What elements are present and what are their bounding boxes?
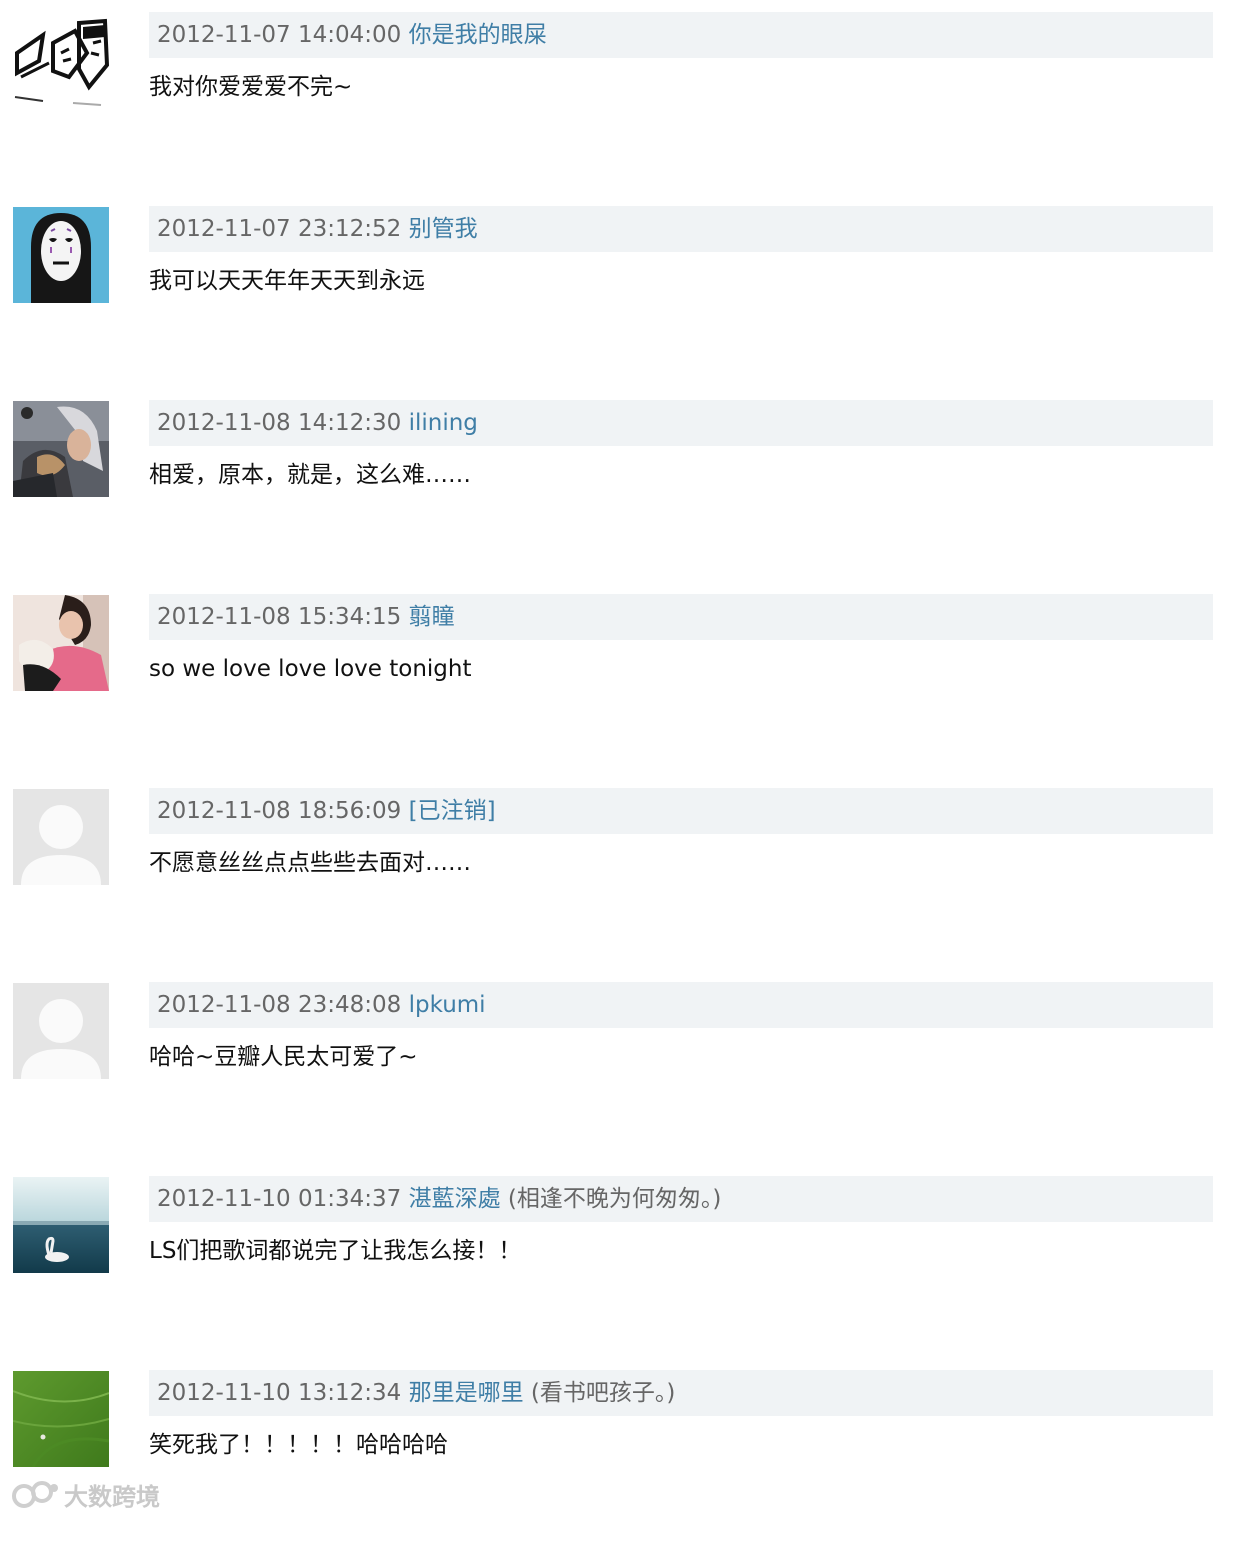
avatar[interactable] [13, 983, 109, 1079]
comment-text: LS们把歌词都说完了让我怎么接！！ [149, 1238, 522, 1264]
comment-timestamp: 2012-11-10 01:34:37 [157, 1186, 402, 1212]
avatar[interactable] [13, 401, 109, 497]
watermark-text: 大数跨境 [64, 1483, 160, 1511]
comment-item: 2012-11-08 23:48:08 lpkumi 哈哈~豆瓣人民太可爱了~ [0, 970, 1236, 1164]
username-link[interactable]: 翦瞳 [409, 604, 455, 630]
watermark-logo-icon [12, 1481, 58, 1508]
comment-timestamp: 2012-11-10 13:12:34 [157, 1380, 402, 1406]
comment-item: 2012-11-08 14:12:30 ilining 相爱，原本，就是，这么难… [0, 388, 1236, 582]
comment-item: 2012-11-08 18:56:09 [已注销] 不愿意丝丝点点些些去面对…… [0, 776, 1236, 970]
comment-text: 笑死我了！！！！！哈哈哈哈 [149, 1432, 448, 1458]
comment-header: 2012-11-08 18:56:09 [已注销] [149, 788, 1213, 834]
username-link[interactable]: [已注销] [409, 798, 496, 824]
username-link[interactable]: 那里是哪里 [409, 1380, 524, 1406]
comment-text: so we love love love tonight [149, 656, 472, 682]
comment-item: 2012-11-07 14:04:00 你是我的眼屎 我对你爱爱爱不完~ [0, 0, 1236, 194]
comment-timestamp: 2012-11-07 23:12:52 [157, 216, 402, 242]
user-signature: (相逢不晚为何匆匆。) [507, 1186, 722, 1212]
comment-timestamp: 2012-11-08 23:48:08 [157, 992, 402, 1018]
comment-text: 哈哈~豆瓣人民太可爱了~ [149, 1044, 418, 1070]
comment-timestamp: 2012-11-08 18:56:09 [157, 798, 402, 824]
comment-header: 2012-11-07 23:12:52 别管我 [149, 206, 1213, 252]
avatar[interactable] [13, 595, 109, 691]
comment-item: 2012-11-08 15:34:15 翦瞳 so we love love l… [0, 582, 1236, 776]
avatar[interactable] [13, 207, 109, 303]
comment-text: 我可以天天年年天天到永远 [149, 268, 425, 294]
comment-item: 2012-11-10 13:12:34 那里是哪里 (看书吧孩子。) 笑死我了！… [0, 1358, 1236, 1552]
username-link[interactable]: 湛藍深處 [409, 1186, 501, 1212]
comment-header: 2012-11-08 15:34:15 翦瞳 [149, 594, 1213, 640]
comment-header: 2012-11-08 23:48:08 lpkumi [149, 982, 1213, 1028]
comment-item: 2012-11-07 23:12:52 别管我 我可以天天年年天天到永远 [0, 194, 1236, 388]
username-link[interactable]: 你是我的眼屎 [409, 22, 547, 48]
avatar[interactable] [13, 1177, 109, 1273]
comment-text: 相爱，原本，就是，这么难…… [149, 462, 471, 488]
user-signature: (看书吧孩子。) [530, 1380, 676, 1406]
username-link[interactable]: 别管我 [409, 216, 478, 242]
watermark: 大数跨境 [10, 1474, 160, 1514]
comment-header: 2012-11-07 14:04:00 你是我的眼屎 [149, 12, 1213, 58]
username-link[interactable]: lpkumi [409, 992, 486, 1018]
comment-timestamp: 2012-11-08 14:12:30 [157, 410, 402, 436]
avatar[interactable] [13, 789, 109, 885]
avatar[interactable] [13, 13, 109, 109]
username-link[interactable]: ilining [409, 410, 478, 436]
comment-timestamp: 2012-11-07 14:04:00 [157, 22, 402, 48]
comment-header: 2012-11-10 13:12:34 那里是哪里 (看书吧孩子。) [149, 1370, 1213, 1416]
avatar[interactable] [13, 1371, 109, 1467]
comment-header: 2012-11-10 01:34:37 湛藍深處 (相逢不晚为何匆匆。) [149, 1176, 1213, 1222]
comment-header: 2012-11-08 14:12:30 ilining [149, 400, 1213, 446]
comment-text: 我对你爱爱爱不完~ [149, 74, 353, 100]
comment-item: 2012-11-10 01:34:37 湛藍深處 (相逢不晚为何匆匆。) LS们… [0, 1164, 1236, 1358]
comment-text: 不愿意丝丝点点些些去面对…… [149, 850, 471, 876]
comment-timestamp: 2012-11-08 15:34:15 [157, 604, 402, 630]
